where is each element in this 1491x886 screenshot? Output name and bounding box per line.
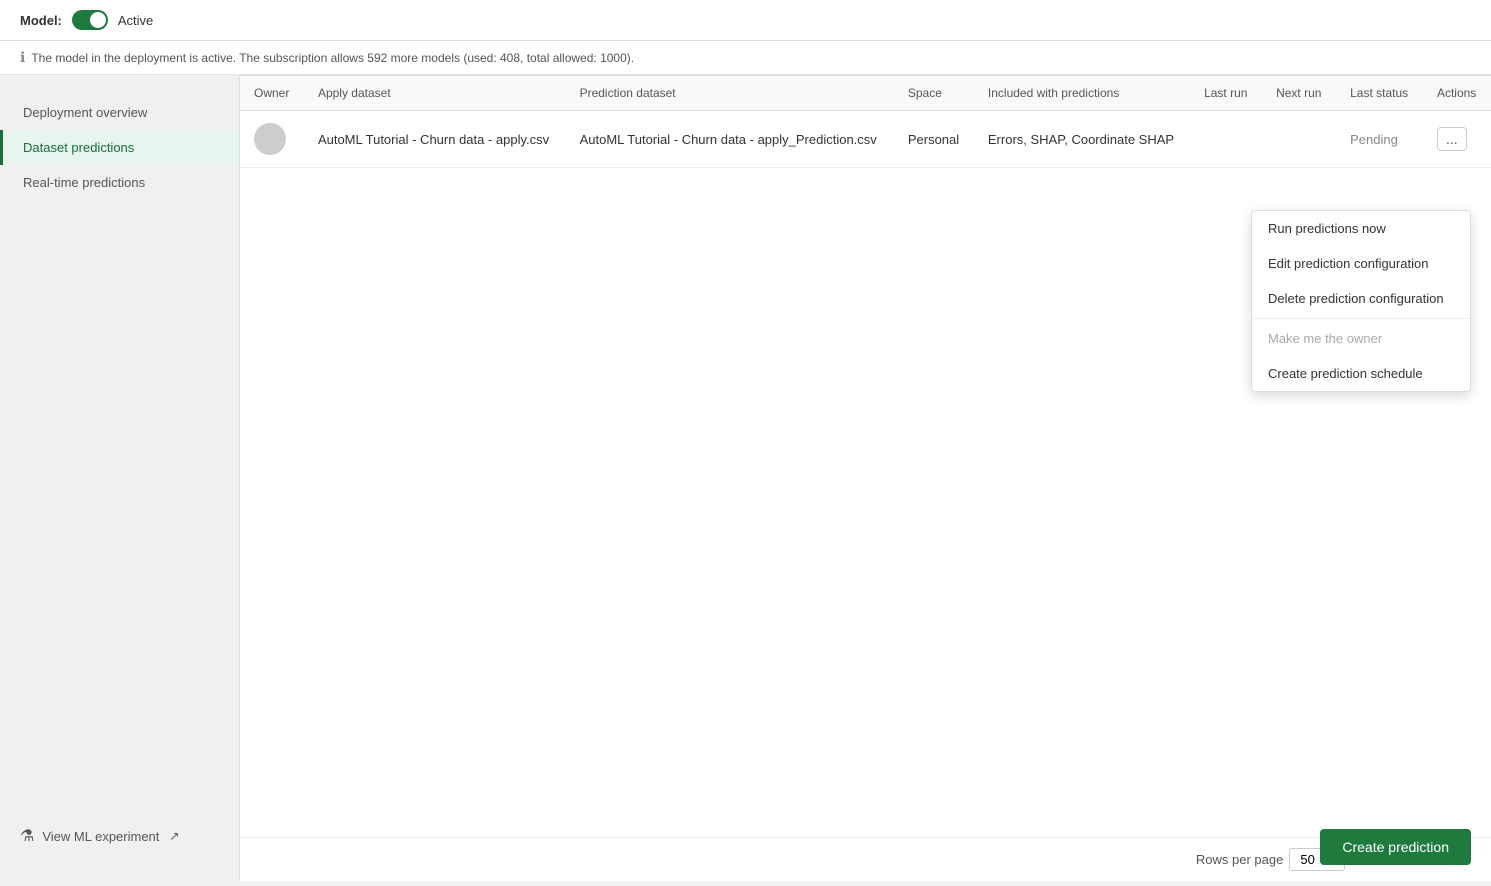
dropdown-item-make-me-owner: Make me the owner [1252, 321, 1470, 356]
table-row: AutoML Tutorial - Churn data - apply.csv… [240, 111, 1491, 168]
info-text: The model in the deployment is active. T… [31, 51, 634, 65]
col-owner: Owner [240, 76, 304, 111]
header: Model: Active [0, 0, 1491, 41]
info-icon: ℹ [20, 49, 25, 66]
dropdown-item-create-prediction-schedule[interactable]: Create prediction schedule [1252, 356, 1470, 391]
sidebar-footer-label: View ML experiment [42, 829, 159, 844]
external-link-icon: ↗ [169, 829, 179, 843]
flask-icon: ⚗ [20, 826, 34, 846]
info-bar: ℹ The model in the deployment is active.… [0, 41, 1491, 75]
cell-actions: ... [1423, 111, 1491, 168]
bottom-bar: Create prediction [240, 813, 1491, 881]
avatar [254, 123, 286, 155]
col-actions: Actions [1423, 76, 1491, 111]
dropdown-item-edit-prediction-configuration[interactable]: Edit prediction configuration [1252, 246, 1470, 281]
cell-last-run [1190, 111, 1262, 168]
cell-space: Personal [894, 111, 974, 168]
sidebar-item-deployment-overview[interactable]: Deployment overview [0, 95, 239, 130]
actions-menu-button[interactable]: ... [1437, 127, 1467, 151]
col-next-run: Next run [1262, 76, 1336, 111]
sidebar-item-dataset-predictions[interactable]: Dataset predictions [0, 130, 239, 165]
view-ml-experiment[interactable]: ⚗ View ML experiment ↗ [0, 811, 239, 861]
col-last-run: Last run [1190, 76, 1262, 111]
sidebar-item-real-time-predictions[interactable]: Real-time predictions [0, 165, 239, 200]
model-label: Model: [20, 13, 62, 28]
col-last-status: Last status [1336, 76, 1423, 111]
sidebar: Deployment overview Dataset predictions … [0, 75, 240, 881]
sidebar-nav: Deployment overview Dataset predictions … [0, 95, 239, 200]
cell-next-run [1262, 111, 1336, 168]
cell-apply-dataset: AutoML Tutorial - Churn data - apply.csv [304, 111, 566, 168]
dropdown-menu: Run predictions now Edit prediction conf… [1251, 210, 1471, 392]
col-apply-dataset: Apply dataset [304, 76, 566, 111]
dropdown-divider [1252, 318, 1470, 319]
col-included-with-predictions: Included with predictions [974, 76, 1190, 111]
create-prediction-button[interactable]: Create prediction [1320, 829, 1471, 865]
table-container: Owner Apply dataset Prediction dataset S… [240, 75, 1491, 837]
model-toggle[interactable] [72, 10, 108, 30]
dropdown-item-run-predictions-now[interactable]: Run predictions now [1252, 211, 1470, 246]
cell-owner [240, 111, 304, 168]
predictions-table: Owner Apply dataset Prediction dataset S… [240, 75, 1491, 168]
cell-last-status: Pending [1336, 111, 1423, 168]
cell-prediction-dataset: AutoML Tutorial - Churn data - apply_Pre… [566, 111, 894, 168]
col-prediction-dataset: Prediction dataset [566, 76, 894, 111]
active-status: Active [118, 13, 153, 28]
main-layout: Deployment overview Dataset predictions … [0, 75, 1491, 881]
dropdown-item-delete-prediction-configuration[interactable]: Delete prediction configuration [1252, 281, 1470, 316]
cell-included-with-predictions: Errors, SHAP, Coordinate SHAP [974, 111, 1190, 168]
content-area: Owner Apply dataset Prediction dataset S… [240, 75, 1491, 881]
col-space: Space [894, 76, 974, 111]
